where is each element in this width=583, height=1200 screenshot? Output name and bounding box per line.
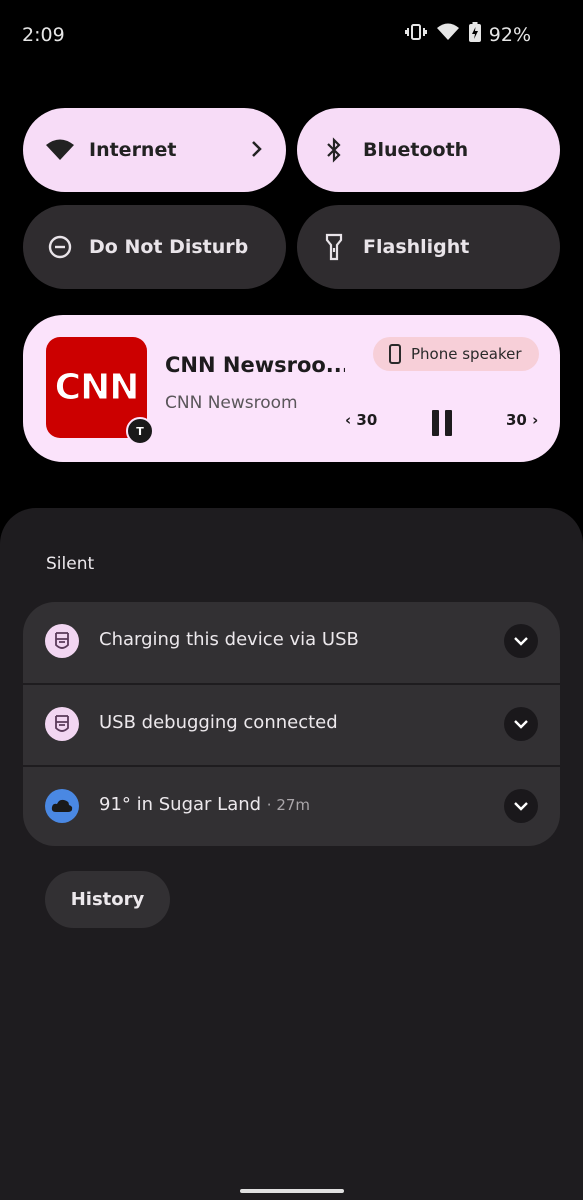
notification-item[interactable]: 91° in Sugar Land · 27m — [23, 765, 560, 846]
notification-time: · 27m — [266, 796, 311, 814]
notification-group: Charging this device via USB USB debuggi… — [23, 602, 560, 846]
weather-text: 91° in Sugar Land — [99, 794, 262, 815]
phone-icon — [389, 344, 401, 364]
status-bar: 2:09 92% — [0, 0, 583, 72]
battery-percentage: 92% — [488, 24, 531, 46]
clock: 2:09 — [22, 24, 65, 46]
output-device-label: Phone speaker — [411, 345, 522, 363]
notification-text: 91° in Sugar Land · 27m — [99, 794, 310, 815]
battery-icon — [469, 22, 481, 42]
chevron-right-icon — [250, 136, 264, 166]
pause-icon — [445, 410, 452, 436]
notification-text: USB debugging connected — [99, 712, 338, 733]
notification-text: Charging this device via USB — [99, 629, 359, 650]
bluetooth-tile[interactable]: Bluetooth — [297, 108, 560, 192]
pause-icon — [432, 410, 439, 436]
internet-tile-label: Internet — [89, 139, 177, 161]
do-not-disturb-tile[interactable]: Do Not Disturb — [23, 205, 286, 289]
media-subtitle: CNN Newsroom — [165, 393, 298, 413]
pause-button[interactable] — [431, 410, 453, 436]
silent-section-header: Silent — [46, 554, 95, 574]
cloud-icon — [45, 789, 79, 823]
flashlight-tile-label: Flashlight — [363, 236, 470, 258]
forward-30-button[interactable]: 30 › — [506, 411, 538, 429]
bluetooth-icon — [319, 135, 349, 165]
expand-button[interactable] — [504, 789, 538, 823]
do-not-disturb-tile-label: Do Not Disturb — [89, 236, 249, 258]
bluetooth-tile-label: Bluetooth — [363, 139, 469, 161]
expand-button[interactable] — [504, 707, 538, 741]
expand-button[interactable] — [504, 624, 538, 658]
chevron-down-icon — [514, 637, 528, 646]
notification-item[interactable]: Charging this device via USB — [23, 602, 560, 683]
chevron-down-icon — [514, 720, 528, 729]
usb-icon — [45, 707, 79, 741]
cnn-logo: CNN — [54, 367, 140, 409]
flashlight-icon — [319, 232, 349, 262]
notification-item[interactable]: USB debugging connected — [23, 683, 560, 764]
wifi-icon — [45, 135, 75, 165]
wifi-icon — [437, 23, 459, 41]
internet-tile[interactable]: Internet — [23, 108, 286, 192]
status-icons — [405, 22, 481, 42]
app-badge-icon: T — [126, 417, 154, 445]
media-player-card[interactable]: CNN T CNN Newsroo... CNN Newsroom Phone … — [23, 315, 560, 462]
media-title: CNN Newsroo... — [165, 353, 345, 377]
usb-icon — [45, 624, 79, 658]
history-button[interactable]: History — [45, 871, 170, 928]
vibrate-icon — [405, 23, 427, 41]
chevron-down-icon — [514, 802, 528, 811]
flashlight-tile[interactable]: Flashlight — [297, 205, 560, 289]
rewind-30-button[interactable]: ‹ 30 — [345, 411, 377, 429]
home-gesture-bar[interactable] — [240, 1189, 344, 1193]
do-not-disturb-icon — [45, 232, 75, 262]
output-device-chip[interactable]: Phone speaker — [373, 337, 539, 371]
